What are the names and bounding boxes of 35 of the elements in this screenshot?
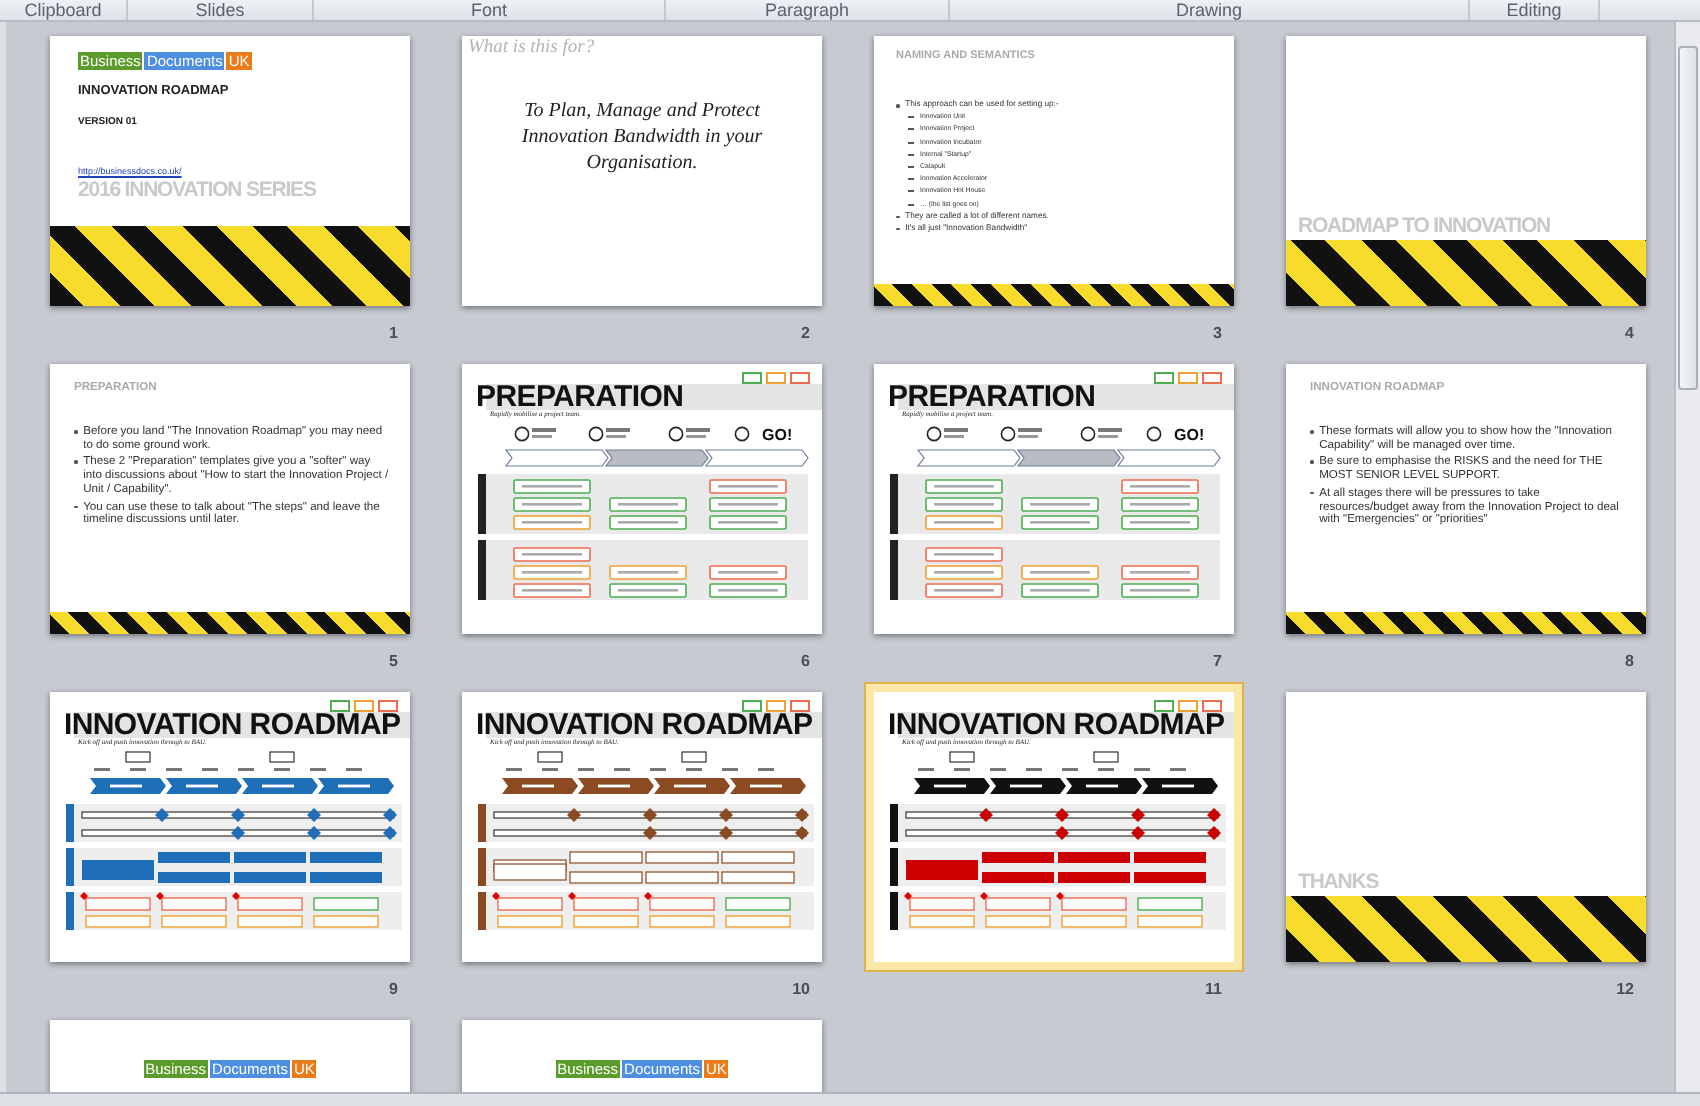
ribbon-group-label: Drawing: [1175, 0, 1242, 20]
slide-title: INNOVATION ROADMAP: [888, 710, 1225, 740]
slide-number: 3: [1211, 324, 1222, 344]
ribbon-group-label: Font: [470, 0, 507, 20]
slide-number: 7: [1211, 652, 1222, 672]
slide-title: INNOVATION ROADMAP: [476, 710, 813, 740]
dash-icon: [908, 178, 914, 180]
dash-icon: [908, 116, 914, 118]
ribbon-group-label: Slides: [195, 0, 245, 20]
slide-number: 8: [1623, 652, 1634, 672]
scroll-bar[interactable]: [1674, 22, 1700, 1092]
slide-title: PREPARATION: [476, 382, 684, 412]
slide-number: 5: [387, 652, 398, 672]
step-label: GO!: [1174, 426, 1205, 444]
ribbon-group-label: Editing: [1506, 0, 1562, 20]
slide-title: PREPARATION: [888, 382, 1096, 412]
ribbon-group-label: Clipboard: [24, 0, 102, 20]
dash-icon: [908, 203, 914, 205]
slide-thumbnail[interactable]: [874, 36, 1234, 306]
slide-thumbnail[interactable]: What is this for? To Plan, Manage and Protect Innovation Bandwidth in your Organisation.: [462, 36, 822, 306]
statement-text: To Plan, Manage and Protect Innovation Bandwidth in your Organisation.: [519, 98, 765, 178]
slide-number: 1: [387, 324, 398, 344]
slide-number: 2: [799, 324, 810, 344]
slide-number: 11: [1203, 980, 1222, 1000]
slide-number: 10: [790, 980, 810, 1000]
slide-number: 9: [387, 980, 398, 1000]
slide-number: 4: [1623, 324, 1634, 344]
slide-thumbnail[interactable]: [50, 364, 410, 634]
slide-title: INNOVATION ROADMAP: [64, 710, 401, 740]
slide-heading: What is this for?: [466, 36, 597, 58]
slide-number: 12: [1614, 980, 1634, 1000]
ribbon-group-label: Paragraph: [764, 0, 850, 20]
slide-number: 6: [799, 652, 810, 672]
step-label: GO!: [762, 426, 793, 444]
slide-thumbnail[interactable]: [1286, 364, 1646, 634]
